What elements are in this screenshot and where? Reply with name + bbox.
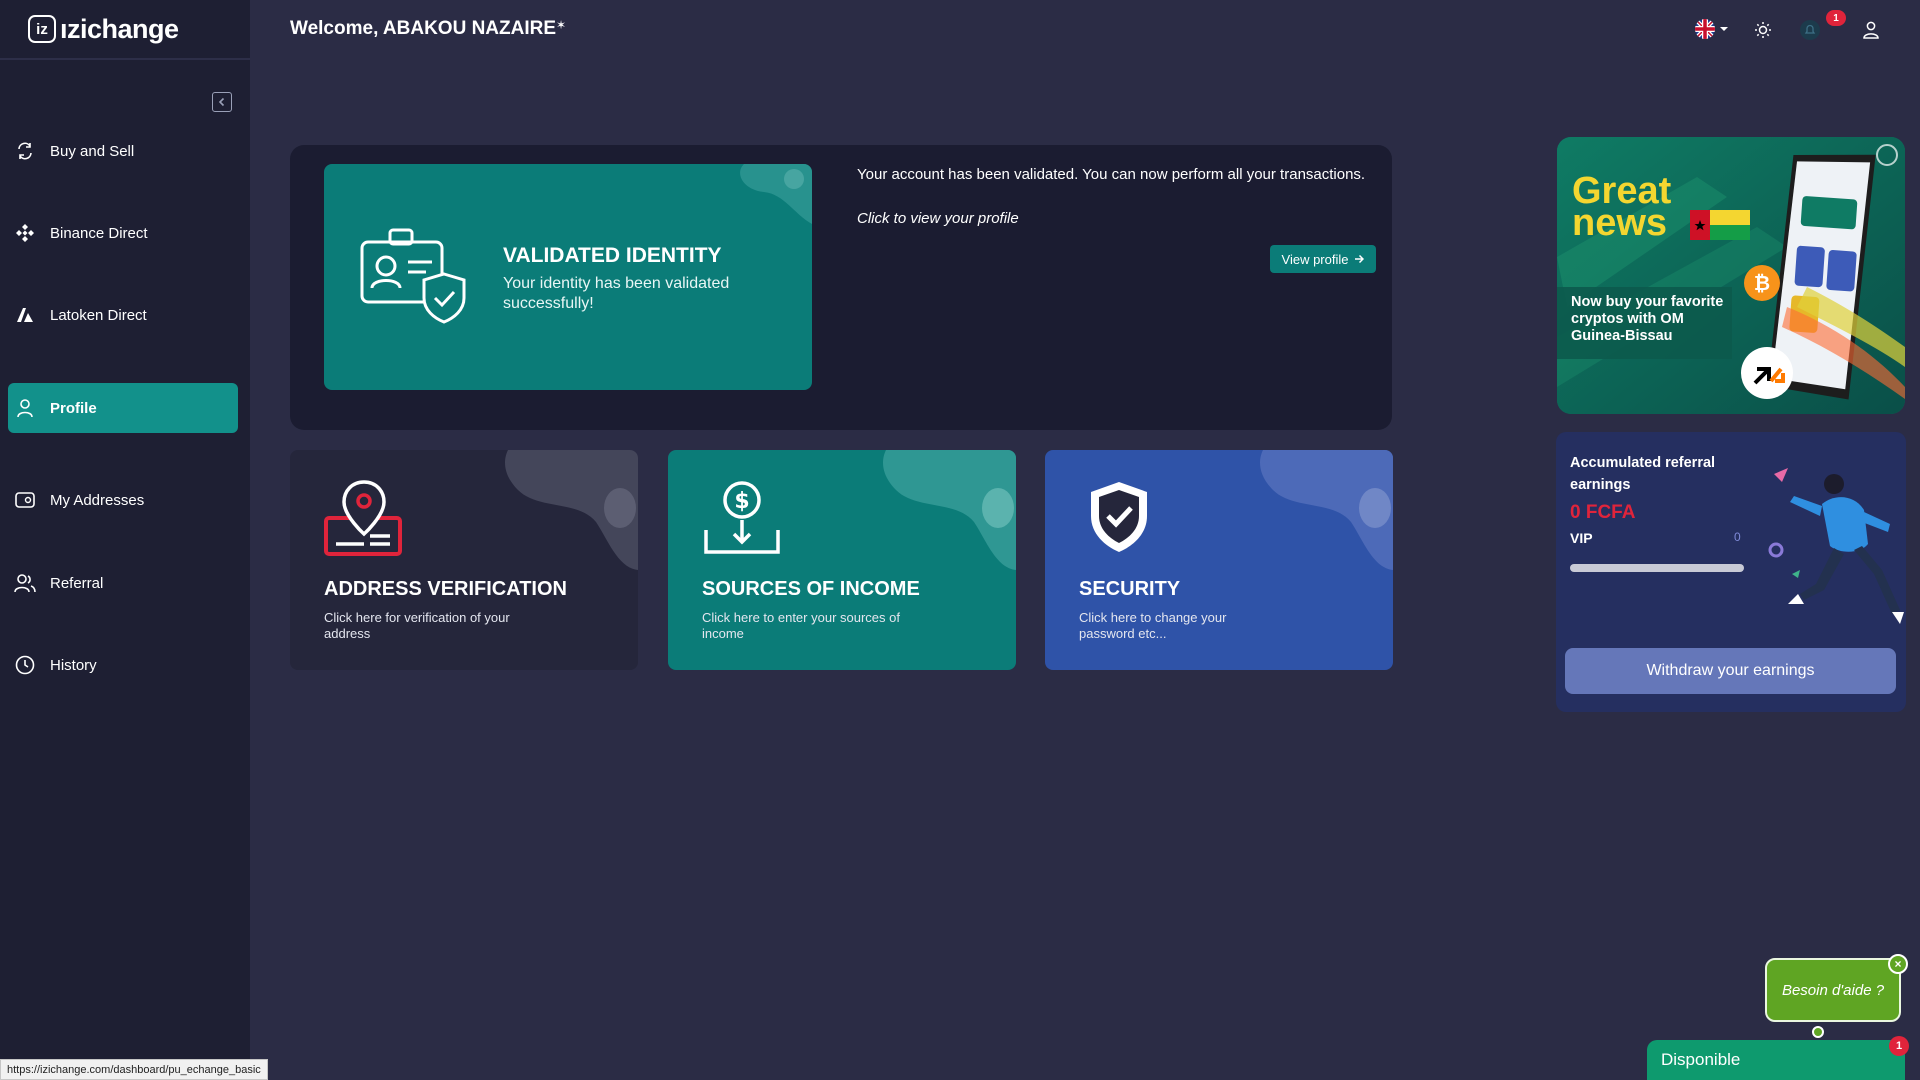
security-card[interactable]: SECURITY Click here to change your passw… <box>1045 450 1393 670</box>
welcome-text: Welcome, ABAKOU NAZAIRE <box>290 18 557 39</box>
referral-progress-value: 0 <box>1734 530 1741 544</box>
identity-panel: VALIDATED IDENTITY Your identity has bee… <box>290 145 1392 430</box>
sidebar-item-buy-and-sell[interactable]: Buy and Sell <box>8 126 238 176</box>
id-card-shield-icon <box>360 228 466 324</box>
sidebar-item-label: Latoken Direct <box>50 306 147 324</box>
logo-icon: iz <box>28 15 56 43</box>
clock-icon <box>12 652 38 678</box>
promo-headline-line2: news <box>1572 202 1668 244</box>
account-button[interactable] <box>1862 20 1880 40</box>
card-decoration <box>1260 450 1393 570</box>
collapse-sidebar-button[interactable] <box>212 92 232 112</box>
card-subtitle: Click here to enter your sources of inco… <box>702 610 900 641</box>
notifications-button[interactable] <box>1799 19 1821 41</box>
uk-flag-icon <box>1695 19 1715 39</box>
sidebar-item-label: My Addresses <box>50 491 145 509</box>
arrow-right-icon <box>1355 254 1365 264</box>
view-profile-button[interactable]: View profile <box>1270 245 1376 273</box>
promo-headline: Great news <box>1572 172 1671 244</box>
referral-tier: VIP <box>1570 530 1593 546</box>
guinea-bissau-flag-icon <box>1690 210 1750 240</box>
wallet-icon <box>12 487 38 513</box>
card-title: ADDRESS VERIFICATION <box>324 578 567 600</box>
promo-banner[interactable]: ₿ Great news Now buy your favorite crypto… <box>1557 137 1905 414</box>
card-decoration <box>883 450 1016 570</box>
address-verification-card[interactable]: ADDRESS VERIFICATION Click here for veri… <box>290 450 638 670</box>
notification-badge: 1 <box>1826 10 1846 26</box>
location-icon <box>324 480 402 556</box>
user-icon <box>12 395 38 421</box>
svg-text:$: $ <box>734 489 749 514</box>
sidebar-item-label: Referral <box>50 574 104 592</box>
chevron-left-icon <box>218 97 225 107</box>
help-pointer-dot <box>1812 1026 1824 1038</box>
welcome-message: Welcome, ABAKOU NAZAIRE✶ <box>290 18 566 40</box>
latoken-icon <box>12 302 38 328</box>
chat-status-label: Disponible <box>1661 1050 1741 1069</box>
referral-earnings-panel: Accumulated referral earnings 0 FCFA VIP… <box>1556 432 1906 712</box>
identity-title: VALIDATED IDENTITY <box>503 244 722 267</box>
logo[interactable]: iz ızichange <box>0 0 250 60</box>
money-download-icon: $ <box>704 481 780 554</box>
svg-text:₿: ₿ <box>1754 271 1770 295</box>
card-title: SECURITY <box>1079 578 1181 600</box>
view-profile-hint: Click to view your profile <box>857 210 1019 227</box>
language-selector[interactable] <box>1694 18 1729 40</box>
withdraw-earnings-button[interactable]: Withdraw your earnings <box>1565 648 1896 694</box>
sidebar-item-my-addresses[interactable]: My Addresses <box>8 475 238 525</box>
promo-text: Now buy your favorite cryptos with OM Gu… <box>1571 294 1724 344</box>
sidebar-item-history[interactable]: History <box>8 640 238 690</box>
binance-icon <box>12 220 38 246</box>
exchange-icon <box>12 138 38 164</box>
sidebar-item-label: Binance Direct <box>50 224 148 242</box>
sidebar: iz ızichange Buy and Sell Binance Direct… <box>0 0 250 1080</box>
sidebar-item-label: Buy and Sell <box>50 142 135 160</box>
chat-badge: 1 <box>1889 1036 1909 1056</box>
user-icon <box>1863 21 1879 39</box>
referral-progress-bar <box>1570 564 1744 572</box>
card-title: SOURCES OF INCOME <box>702 578 920 600</box>
close-help-button[interactable]: × <box>1888 954 1908 974</box>
sidebar-item-profile[interactable]: Profile <box>8 383 238 433</box>
shield-check-icon <box>1091 482 1147 552</box>
logo-text: ızichange <box>60 13 179 44</box>
view-profile-label: View profile <box>1281 251 1349 267</box>
referral-amount: 0 FCFA <box>1570 502 1636 523</box>
theme-toggle[interactable] <box>1754 21 1772 39</box>
card-subtitle: Click here for verification of your addr… <box>324 610 510 641</box>
card-subtitle: Click here to change your password etc..… <box>1079 610 1227 641</box>
sidebar-item-label: History <box>50 656 97 674</box>
sources-of-income-card[interactable]: $ SOURCES OF INCOME Click here to enter … <box>668 450 1016 670</box>
chat-status-bar[interactable]: Disponible <box>1647 1040 1905 1080</box>
referral-label: Accumulated referral earnings <box>1570 455 1716 493</box>
caret-down-icon <box>1720 27 1728 31</box>
sidebar-item-referral[interactable]: Referral <box>8 558 238 608</box>
jumping-man-illustration <box>1768 468 1904 624</box>
validated-identity-card[interactable]: VALIDATED IDENTITY Your identity has bee… <box>324 164 812 390</box>
waving-emoji-icon: ✶ <box>556 18 567 32</box>
sidebar-item-latoken-direct[interactable]: Latoken Direct <box>8 290 238 340</box>
help-bubble[interactable]: Besoin d'aide ? <box>1765 958 1901 1022</box>
status-bar-url: https://izichange.com/dashboard/pu_echan… <box>0 1059 268 1080</box>
sidebar-item-binance-direct[interactable]: Binance Direct <box>8 208 238 258</box>
users-icon <box>12 570 38 596</box>
sidebar-item-label: Profile <box>50 399 97 417</box>
card-decoration <box>505 450 638 570</box>
bell-icon <box>1800 20 1820 40</box>
identity-subtitle: Your identity has been validated success… <box>503 275 730 312</box>
sun-icon <box>1755 22 1771 38</box>
validation-message: Your account has been validated. You can… <box>857 166 1366 183</box>
